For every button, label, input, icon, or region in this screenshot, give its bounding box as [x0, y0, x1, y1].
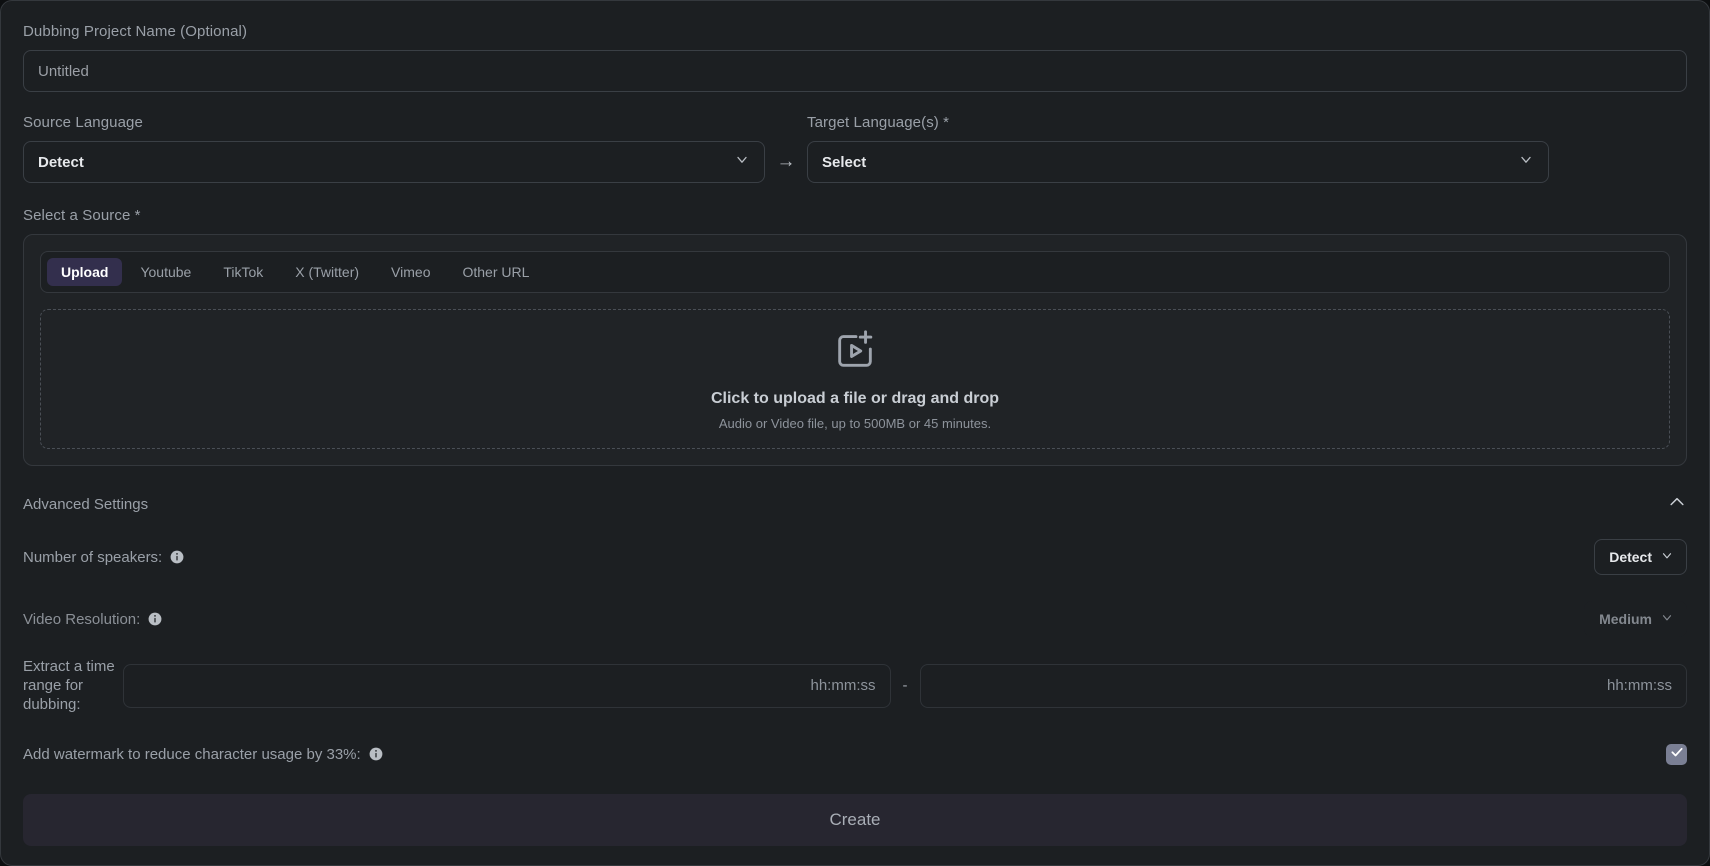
- source-panel: Upload Youtube TikTok X (Twitter) Vimeo …: [23, 234, 1687, 466]
- source-language-value: Detect: [38, 153, 84, 171]
- speakers-label-group: Number of speakers:: [23, 549, 184, 566]
- chevron-down-icon: [734, 152, 750, 173]
- advanced-settings-title: Advanced Settings: [23, 496, 149, 513]
- project-name-input[interactable]: [23, 50, 1687, 92]
- chevron-up-icon[interactable]: [1667, 492, 1687, 517]
- tab-other-url[interactable]: Other URL: [448, 258, 543, 286]
- target-language-value: Select: [822, 153, 867, 171]
- language-arrow-icon: →: [776, 151, 796, 172]
- info-icon[interactable]: [148, 612, 162, 626]
- source-language-label: Source Language: [23, 114, 143, 131]
- resolution-value: Medium: [1599, 611, 1652, 627]
- watermark-checkbox[interactable]: [1666, 743, 1687, 765]
- time-range-separator: -: [902, 677, 908, 694]
- project-name-label: Dubbing Project Name (Optional): [23, 23, 248, 40]
- resolution-row: Video Resolution: Medium: [23, 597, 1687, 641]
- time-range-fields: -: [123, 663, 1687, 708]
- time-range-row: Extract a time range for dubbing: -: [23, 657, 1687, 714]
- watermark-label-group: Add watermark to reduce character usage …: [23, 746, 383, 763]
- time-range-end-input[interactable]: [919, 663, 1687, 708]
- watermark-label: Add watermark to reduce character usage …: [23, 745, 361, 763]
- tab-tiktok[interactable]: TikTok: [209, 258, 277, 286]
- project-name-field-group: Dubbing Project Name (Optional): [23, 23, 1687, 92]
- source-language-select[interactable]: Detect: [23, 141, 765, 183]
- file-dropzone[interactable]: Click to upload a file or drag and drop …: [40, 309, 1670, 449]
- tab-upload[interactable]: Upload: [47, 258, 123, 286]
- info-icon[interactable]: [170, 550, 184, 564]
- speakers-value: Detect: [1609, 549, 1652, 565]
- language-row: Source Language Detect → Target Language…: [23, 114, 1687, 183]
- dropzone-title: Click to upload a file or drag and drop: [710, 390, 1000, 407]
- chevron-down-icon: [1660, 549, 1674, 566]
- resolution-label: Video Resolution:: [23, 610, 141, 628]
- tab-vimeo[interactable]: Vimeo: [377, 258, 444, 286]
- create-button[interactable]: Create: [23, 794, 1687, 846]
- time-range-start-input[interactable]: [123, 663, 891, 708]
- source-language-group: Source Language Detect: [23, 114, 765, 183]
- source-section: Select a Source * Upload Youtube TikTok …: [23, 207, 1687, 466]
- watermark-row: Add watermark to reduce character usage …: [23, 732, 1687, 776]
- speakers-row: Number of speakers: Detect: [23, 535, 1687, 579]
- target-language-group: Target Language(s) * Select: [807, 114, 1549, 183]
- speakers-label: Number of speakers:: [23, 548, 163, 566]
- target-language-select[interactable]: Select: [807, 141, 1549, 183]
- source-label: Select a Source *: [23, 207, 141, 224]
- tab-youtube[interactable]: Youtube: [126, 258, 205, 286]
- resolution-label-group: Video Resolution:: [23, 611, 162, 628]
- advanced-settings-header[interactable]: Advanced Settings: [23, 492, 1687, 517]
- speakers-select[interactable]: Detect: [1594, 539, 1687, 575]
- video-add-icon: [832, 327, 878, 378]
- check-icon: [1670, 745, 1684, 764]
- tab-x-twitter[interactable]: X (Twitter): [281, 258, 373, 286]
- dropzone-subtitle: Audio or Video file, up to 500MB or 45 m…: [718, 416, 992, 431]
- target-language-label: Target Language(s) *: [807, 114, 950, 131]
- info-icon[interactable]: [369, 747, 383, 761]
- chevron-down-icon: [1660, 611, 1674, 628]
- chevron-down-icon: [1518, 152, 1534, 173]
- time-range-label: Extract a time range for dubbing:: [23, 658, 115, 713]
- source-tabs: Upload Youtube TikTok X (Twitter) Vimeo …: [40, 251, 1670, 293]
- resolution-select[interactable]: Medium: [1584, 601, 1687, 637]
- dubbing-studio-panel: Dubbing Project Name (Optional) Source L…: [0, 0, 1710, 866]
